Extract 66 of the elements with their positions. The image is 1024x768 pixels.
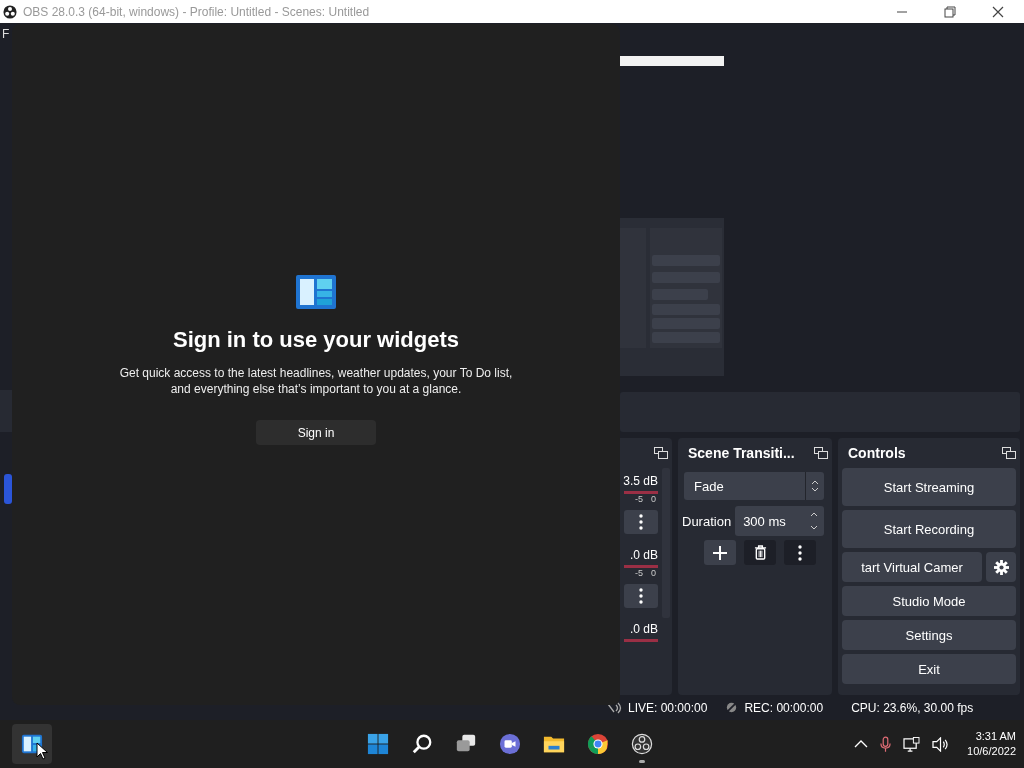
control-button[interactable]: Start Streaming xyxy=(842,468,1016,506)
control-button[interactable]: Start Recording xyxy=(842,510,1016,548)
duration-field[interactable]: 300 ms xyxy=(735,506,824,536)
trash-icon xyxy=(753,545,767,560)
volume-icon[interactable] xyxy=(932,736,950,752)
control-button[interactable]: tart Virtual Camer xyxy=(842,552,982,582)
cpu-usage: CPU: 23.6%, 30.00 fps xyxy=(851,700,974,715)
search-icon xyxy=(411,733,433,755)
more-icon xyxy=(639,514,643,530)
volume-meter xyxy=(624,565,658,568)
more-icon xyxy=(798,544,802,561)
transition-dropdown[interactable]: Fade xyxy=(684,472,824,500)
duration-label: Duration xyxy=(682,513,732,529)
control-button[interactable]: Studio Mode xyxy=(842,586,1016,616)
running-indicator xyxy=(639,760,645,763)
maximize-icon[interactable] xyxy=(944,5,956,18)
heading: Sign in to use your widgets xyxy=(173,327,459,353)
close-icon[interactable] xyxy=(992,5,1004,18)
volume-meter xyxy=(624,491,658,494)
control-button[interactable]: Exit xyxy=(842,654,1016,684)
settings-button[interactable] xyxy=(986,552,1016,582)
control-button[interactable]: Settings xyxy=(842,620,1016,650)
widgets-icon xyxy=(296,275,336,309)
rec-time: REC: 00:00:00 xyxy=(744,700,824,715)
chat-icon xyxy=(499,733,521,755)
description: Get quick access to the latest headlines, weather updates, your To Do list, and everything else that’s important to you at a glance. xyxy=(118,365,514,397)
more-button[interactable] xyxy=(784,540,816,565)
scale-label: 0 xyxy=(651,568,656,578)
remove-button[interactable] xyxy=(744,540,776,565)
scale-label: -5 xyxy=(634,568,643,578)
window-title: OBS 28.0.3 (64-bit, windows) - Profile: Untitled - Scenes: Untitled xyxy=(23,4,370,19)
chevron-up-icon[interactable] xyxy=(854,740,869,748)
gear-icon xyxy=(993,559,1009,575)
network-icon[interactable] xyxy=(903,736,921,752)
more-icon xyxy=(639,588,643,604)
clock[interactable]: 3:31 AM 10/6/2022 xyxy=(967,729,1016,759)
panel-title: Scene Transiti... xyxy=(688,445,795,461)
windows-logo-icon xyxy=(367,733,389,755)
more-button[interactable] xyxy=(624,584,658,608)
obs-logo-icon xyxy=(631,733,653,755)
signal-icon xyxy=(606,701,622,714)
menu-item[interactable]: F xyxy=(2,27,10,41)
volume-reading: .0 dB xyxy=(629,548,658,562)
volume-meter xyxy=(624,639,658,642)
sign-in-button[interactable]: Sign in xyxy=(256,420,376,445)
scale-label: -5 xyxy=(634,494,643,504)
selection-highlight xyxy=(4,474,12,504)
more-button[interactable] xyxy=(624,510,658,534)
updown-icon xyxy=(811,480,819,492)
browser-icon xyxy=(587,733,609,755)
record-off-icon xyxy=(725,701,739,714)
spin-arrows-icon xyxy=(810,511,818,531)
add-button[interactable] xyxy=(704,540,736,565)
panel-title: Controls xyxy=(848,445,906,461)
volume-reading: .0 dB xyxy=(629,622,658,636)
plus-icon xyxy=(713,545,727,560)
undock-icon[interactable] xyxy=(654,447,668,459)
microphone-icon[interactable] xyxy=(880,735,892,753)
scale-label: 0 xyxy=(651,494,656,504)
cursor-icon xyxy=(36,742,48,760)
widgets-button[interactable] xyxy=(12,724,52,764)
live-time: LIVE: 00:00:00 xyxy=(628,700,708,715)
obs-logo-icon xyxy=(3,4,17,19)
undock-icon[interactable] xyxy=(814,447,828,459)
undock-icon[interactable] xyxy=(1002,447,1016,459)
volume-reading: 3.5 dB xyxy=(623,474,658,488)
